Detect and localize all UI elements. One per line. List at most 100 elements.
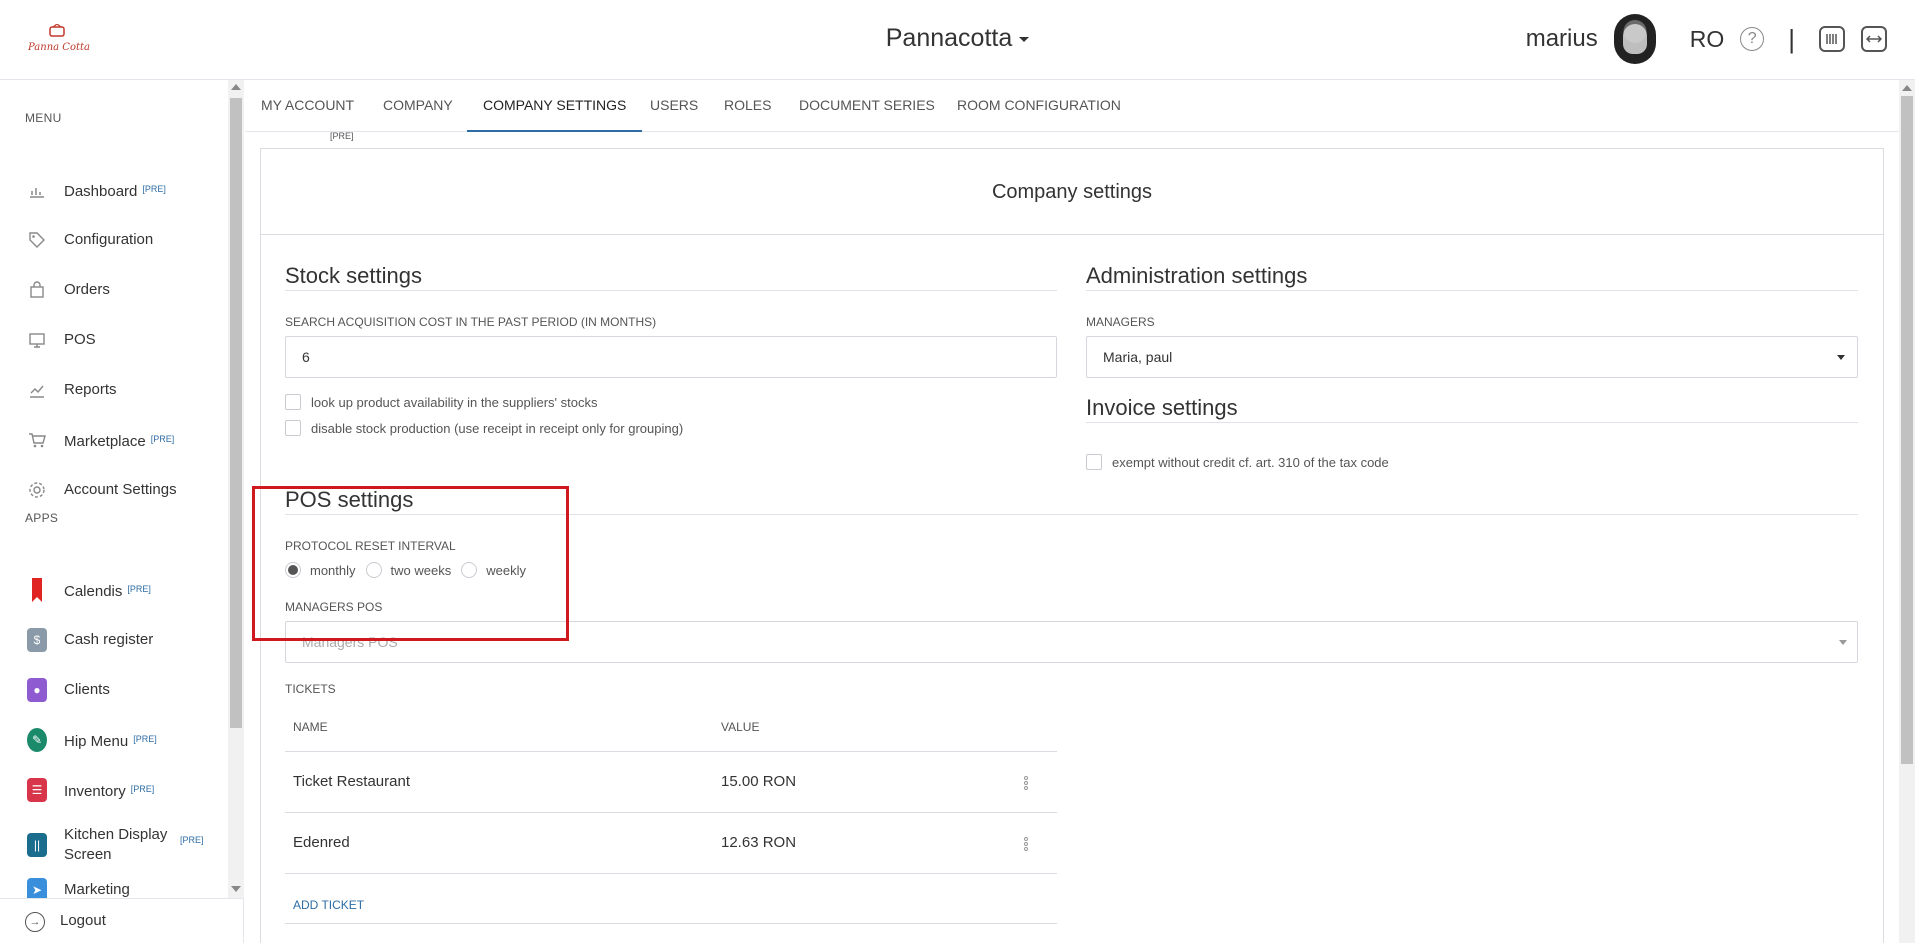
divider [285,812,1057,813]
more-options-icon[interactable] [1024,776,1028,791]
sidebar-item-label: Orders [64,281,110,298]
disable-stock-production-checkbox[interactable] [285,420,301,436]
sidebar-app-calendis[interactable]: Calendis [PRE] [0,570,228,610]
chevron-down-icon[interactable] [1837,355,1845,360]
sidebar-item-label: Inventory [64,782,126,800]
settings-tabs: MY ACCOUNT COMPANY COMPANY SETTINGS USER… [245,80,1899,132]
ticket-value: 15.00 RON [721,773,797,790]
radio-label: monthly [310,562,356,578]
sidebar-app-clients[interactable]: ● Clients [0,670,228,710]
tab-company[interactable]: COMPANY [367,80,469,132]
sidebar-item-configuration[interactable]: Configuration [0,220,228,260]
stock-settings-heading: Stock settings [285,263,422,288]
apps-section-label: APPS [25,511,59,525]
pre-badge: [PRE] [150,433,175,444]
sidebar-app-inventory[interactable]: ☰ Inventory [PRE] [0,770,228,810]
tab-roles[interactable]: ROLES [708,80,787,132]
chevron-down-icon[interactable] [1839,640,1847,645]
scroll-up-arrow-icon[interactable] [231,84,241,90]
sidebar-item-label: Dashboard [64,182,138,200]
pre-badge: [PRE] [180,835,204,845]
sidebar-app-marketing[interactable]: ➤ Marketing [0,870,228,898]
managers-label: MANAGERS [1086,315,1155,329]
inventory-icon: ☰ [27,778,47,802]
sidebar-app-kitchen-display[interactable]: || Kitchen Display Screen [PRE] [0,820,228,870]
disable-stock-production-label: disable stock production (use receipt in… [311,420,684,436]
tab-document-series[interactable]: DOCUMENT SERIES [783,80,951,132]
divider [1086,422,1858,423]
search-cost-label: SEARCH ACQUISITION COST IN THE PAST PERI… [285,315,657,329]
menu-section-label: MENU [25,111,62,125]
radio-label: weekly [486,562,526,578]
clients-icon: ● [27,678,47,702]
ticket-name: Ticket Restaurant [293,773,410,790]
radio-two-weeks[interactable] [365,562,382,578]
scroll-up-arrow-icon[interactable] [1902,85,1912,91]
sidebar-item-label: Cash register [64,631,154,648]
radio-weekly[interactable] [461,562,478,578]
tab-my-account[interactable]: MY ACCOUNT [245,80,370,132]
disable-stock-production-row[interactable]: disable stock production (use receipt in… [285,420,683,436]
sidebar: MENU Dashboard [PRE] Configuration Orders… [0,80,244,943]
radio-option-two-weeks[interactable]: two weeks [365,562,452,578]
keyboard-icon[interactable] [1819,26,1845,52]
admin-settings-heading: Administration settings [1086,263,1308,288]
cash-register-icon: $ [27,628,47,652]
monitor-icon [27,330,47,350]
radio-option-weekly[interactable]: weekly [461,562,526,578]
remote-support-icon[interactable] [1861,26,1887,52]
username[interactable]: marius [1526,25,1598,53]
sidebar-item-dashboard[interactable]: Dashboard [PRE] [0,170,228,210]
col-name-header: NAME [293,720,328,734]
sidebar-item-label: Reports [64,381,117,398]
separator: | [1788,23,1795,54]
sidebar-item-label: Clients [64,681,110,698]
sidebar-item-reports[interactable]: Reports [0,370,228,410]
pre-badge: [PRE] [142,183,166,194]
tickets-label: TICKETS [285,682,336,696]
managers-select[interactable]: Maria, paul [1086,336,1858,378]
radio-label: two weeks [390,562,452,578]
main-scrollbar-thumb[interactable] [1901,96,1913,764]
scroll-down-arrow-icon[interactable] [231,886,241,892]
search-cost-months-input[interactable]: 6 [285,336,1057,378]
logout-label: Logout [60,912,106,929]
supplier-availability-checkbox[interactable] [285,394,301,410]
shopping-bag-icon [27,280,47,300]
marketing-icon: ➤ [27,878,47,898]
exempt-credit-row[interactable]: exempt without credit cf. art. 310 of th… [1086,454,1389,470]
sidebar-item-account-settings[interactable]: Account Settings [0,470,228,510]
help-icon[interactable]: ? [1740,27,1765,51]
chevron-down-icon[interactable] [1019,36,1030,42]
bar-chart-icon [27,180,47,200]
avatar[interactable] [1613,14,1656,64]
pre-badge: [PRE] [130,783,155,794]
sidebar-item-pos[interactable]: POS [0,320,228,360]
managers-pos-select[interactable]: Managers POS [285,621,1858,663]
sidebar-app-hip-menu[interactable]: ✎ Hip Menu [PRE] [0,720,228,760]
tab-company-settings[interactable]: COMPANY SETTINGS [467,80,643,132]
radio-monthly[interactable] [285,562,301,578]
radio-option-monthly[interactable]: monthly [285,562,356,578]
logout-button[interactable]: → Logout [0,898,244,943]
tab-room-configuration[interactable]: ROOM CONFIGURATION [941,80,1137,132]
exempt-credit-checkbox[interactable] [1086,454,1102,470]
more-options-icon[interactable] [1024,837,1028,852]
sidebar-item-label: POS [64,331,96,348]
sidebar-scroll-area[interactable]: MENU Dashboard [PRE] Configuration Orders… [0,80,244,898]
user-area: marius RO ? | [1526,14,1887,64]
sidebar-item-label: Kitchen Display Screen [64,826,168,863]
page-title: Company settings [261,149,1883,235]
sidebar-item-label: Configuration [64,231,154,248]
divider [285,923,1057,924]
sidebar-item-orders[interactable]: Orders [0,270,228,310]
company-name[interactable]: Pannacotta [886,24,1013,52]
sidebar-scrollbar-thumb[interactable] [230,98,242,728]
cart-icon [27,430,47,450]
language-switch[interactable]: RO [1690,26,1725,53]
supplier-availability-row[interactable]: look up product availability in the supp… [285,394,597,410]
sidebar-item-marketplace[interactable]: Marketplace [PRE] [0,420,228,460]
sidebar-app-cash-register[interactable]: $ Cash register [0,620,228,660]
tab-users[interactable]: USERS [634,80,714,132]
add-ticket-link[interactable]: ADD TICKET [293,898,364,912]
